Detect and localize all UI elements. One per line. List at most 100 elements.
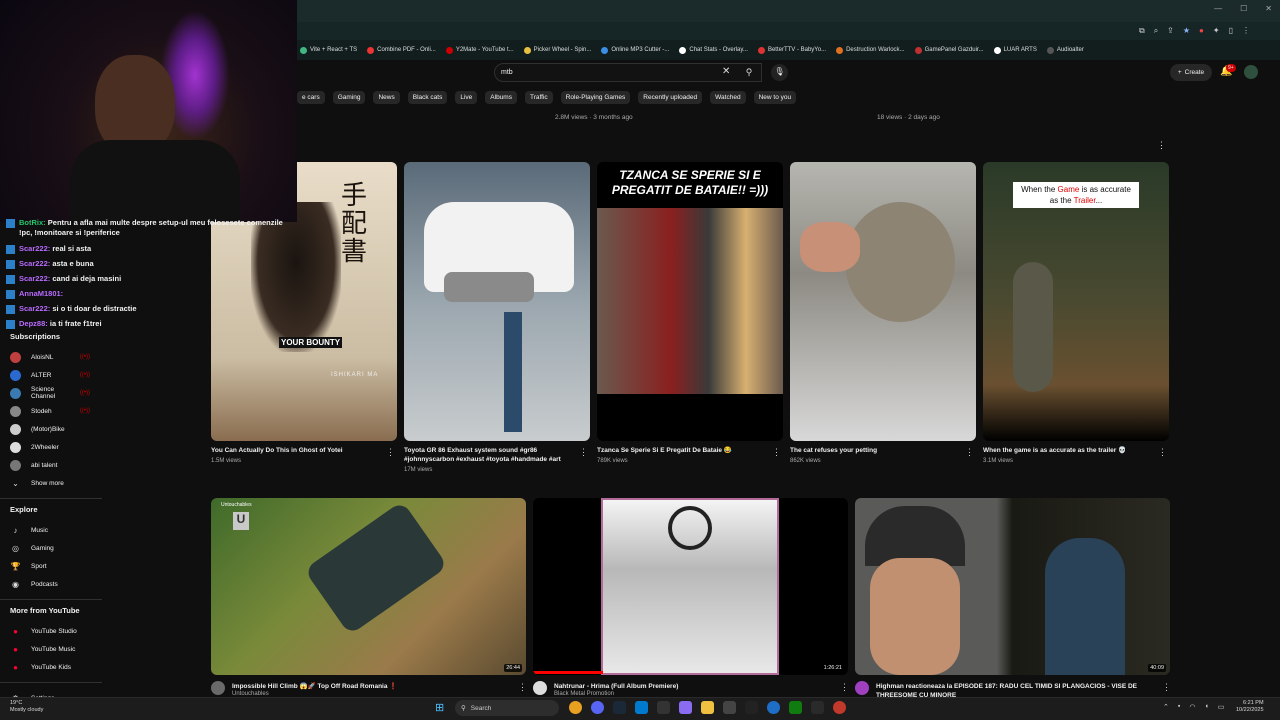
account-avatar[interactable] [1244,65,1258,79]
channel-avatar[interactable] [533,681,547,695]
filter-chip[interactable]: Black cats [407,91,448,104]
bookmark-star-icon[interactable]: ★ [1183,26,1190,36]
windows-start-icon[interactable]: ⊞ [435,701,444,714]
short-menu-icon[interactable]: ⋮ [579,447,588,458]
video-title-2[interactable]: Nahtrunar - Hrima (Full Album Premiere) [554,682,834,691]
bookmark-item[interactable]: Audioalter [1046,46,1084,54]
battery-icon[interactable]: ▭ [1218,703,1225,711]
filter-chip[interactable]: e cars [297,91,325,104]
bookmark-item[interactable]: Y2Mate - YouTube t... [445,46,514,54]
sidebar-more-item[interactable]: ● YouTube Kids [0,658,102,676]
short-thumbnail-2[interactable] [404,162,590,441]
filter-chip[interactable]: Live [455,91,478,104]
filter-chip[interactable]: Albums [485,91,517,104]
sidepanel-icon[interactable]: ▯ [1229,26,1233,36]
weather-widget[interactable]: 19°C Mostly cloudy [10,700,43,714]
file-explorer-icon[interactable] [701,701,714,714]
sidebar-explore-item[interactable]: ♪ Music [0,521,102,539]
close-icon[interactable]: ✕ [1265,4,1272,13]
bookmark-item[interactable]: LUAR ARTS [993,46,1037,54]
short-thumbnail-3[interactable]: TZANCA SE SPERIE SI E PREGATIT DE BATAIE… [597,162,783,441]
obs-icon[interactable] [833,701,846,714]
app-icon[interactable] [679,701,692,714]
short-menu-icon[interactable]: ⋮ [965,447,974,458]
video-thumbnail-3[interactable]: 40:09 [855,498,1170,675]
short-title-2[interactable]: Toyota GR 86 Exhaust system sound #gr86 … [404,446,574,464]
minimize-icon[interactable]: — [1214,4,1222,13]
search-icon[interactable]: ⚲ [740,63,758,82]
app-icon[interactable] [745,701,758,714]
sidebar-channel-item[interactable]: abi talent [0,456,102,474]
short-menu-icon[interactable]: ⋮ [1158,447,1167,458]
tray-app-icon[interactable]: ▪ [1178,703,1180,711]
subscriptions-heading[interactable]: Subscriptions [0,332,102,348]
zoom-icon[interactable]: ⌕ [1154,26,1158,36]
short-menu-icon[interactable]: ⋮ [386,447,395,458]
short-menu-icon[interactable]: ⋮ [772,447,781,458]
channel-avatar[interactable] [211,681,225,695]
filter-chip[interactable]: Watched [710,91,746,104]
filter-chip[interactable]: New to you [753,91,797,104]
app-icon[interactable] [723,701,736,714]
vscode-icon[interactable] [635,701,648,714]
short-title-4[interactable]: The cat refuses your petting [790,446,960,455]
filter-chip[interactable]: Traffic [524,91,553,104]
video-menu-icon[interactable]: ⋮ [518,682,527,693]
create-button[interactable]: + Create [1170,64,1212,81]
taskbar-search[interactable]: ⚲ Search [455,700,559,716]
chevron-up-icon[interactable]: ⌃ [1163,703,1169,711]
shorts-shelf-menu-icon[interactable]: ⋮ [1157,140,1166,151]
discord-icon[interactable] [591,701,604,714]
sidebar-channel-item[interactable]: AloisNL ((•)) [0,348,102,366]
app-icon[interactable] [767,701,780,714]
video-thumbnail-1[interactable]: Untouchables U 26:44 [211,498,526,675]
bookmark-item[interactable]: Chat Stats - Overlay... [679,46,748,54]
video-menu-icon[interactable]: ⋮ [1162,682,1171,693]
short-title-1[interactable]: You Can Actually Do This in Ghost of Yot… [211,446,381,455]
channel-avatar[interactable] [855,681,869,695]
video-title-1[interactable]: Impossible Hill Climb 😱🚀 Top Off Road Ro… [232,682,512,691]
short-title-3[interactable]: Tzanca Se Sperie Si E Pregatit De Bataie… [597,446,767,455]
clear-search-icon[interactable]: ✕ [722,66,730,77]
screen-cast-icon[interactable]: ⧉ [1139,26,1145,36]
chrome-icon[interactable] [569,701,582,714]
filter-chip[interactable]: Recently uploaded [638,91,703,104]
video-menu-icon[interactable]: ⋮ [840,682,849,693]
bookmark-item[interactable]: Vite + React + TS [300,46,357,54]
short-thumbnail-4[interactable] [790,162,976,441]
video-thumbnail-2[interactable]: 1:26:21 [533,498,848,675]
filter-chip[interactable]: News [373,91,400,104]
extension-icon[interactable]: ● [1199,26,1204,36]
puzzle-icon[interactable]: ✦ [1213,26,1220,36]
steam-icon[interactable] [613,701,626,714]
sidebar-channel-item[interactable]: 2Wheeler [0,438,102,456]
filter-chip[interactable]: Gaming [332,91,366,104]
share-icon[interactable]: ⇪ [1167,26,1174,36]
sidebar-channel-item[interactable]: (Motor)Bike [0,420,102,438]
app-icon[interactable] [657,701,670,714]
sidebar-explore-item[interactable]: 🏆 Sport [0,557,102,575]
browser-menu-icon[interactable]: ⋮ [1242,26,1250,36]
show-more-button[interactable]: ⌄ Show more [0,474,102,492]
microphone-icon[interactable]: 🎙 [771,64,788,81]
bookmark-item[interactable]: Picker Wheel - Spin... [523,46,591,54]
bookmark-item[interactable]: GamePanel Gazduir... [914,46,984,54]
maximize-icon[interactable]: ☐ [1240,4,1247,13]
volume-icon[interactable]: ◖ [1204,703,1208,711]
sidebar-explore-item[interactable]: ◎ Gaming [0,539,102,557]
sidebar-channel-item[interactable]: Science Channel ((•)) [0,384,102,402]
app-icon[interactable] [811,701,824,714]
bookmark-item[interactable]: Destruction Warlock... [836,46,905,54]
sidebar-more-item[interactable]: ● YouTube Music [0,640,102,658]
short-title-5[interactable]: When the game is as accurate as the trai… [983,446,1153,455]
bookmark-item[interactable]: Combine PDF - Onli... [367,46,436,54]
bookmark-item[interactable]: Online MP3 Cutter -... [601,46,669,54]
sidebar-explore-item[interactable]: ◉ Podcasts [0,575,102,593]
wifi-icon[interactable]: ◠ [1189,703,1195,711]
sidebar-channel-item[interactable]: Stodeh ((•)) [0,402,102,420]
taskbar-clock[interactable]: 6:21 PM 10/22/2025 [1236,700,1264,714]
short-thumbnail-5[interactable]: When the Game is as accurate as the Trai… [983,162,1169,441]
xbox-icon[interactable] [789,701,802,714]
filter-chip[interactable]: Role-Playing Games [560,91,631,104]
bookmark-item[interactable]: BetterTTV - BabyYo... [757,46,826,54]
